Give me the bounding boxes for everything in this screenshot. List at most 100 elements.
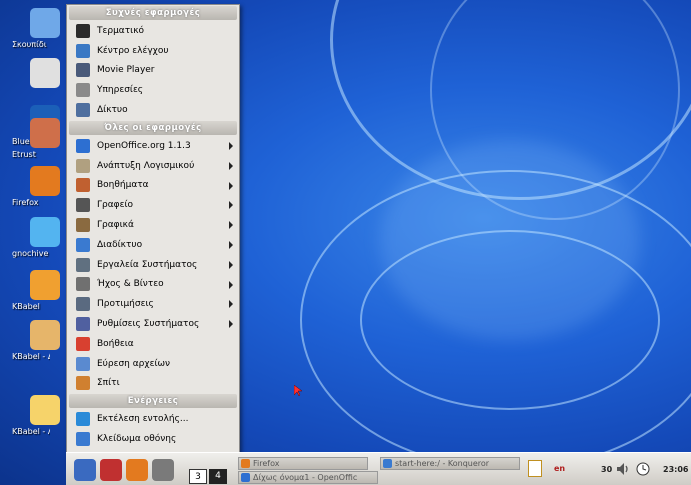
keyboard-layout-indicator[interactable]: en xyxy=(554,464,572,476)
menu-item-label: Σπίτι xyxy=(97,378,120,389)
submenu-arrow-icon xyxy=(229,181,233,190)
menu-section-favorites: Συχνές εφαρμογές xyxy=(69,6,237,20)
desktop-icon-label: KBabel xyxy=(12,302,40,311)
task-openoffice[interactable]: Δίχως όνομα1 - OpenOffic xyxy=(238,471,378,484)
menu-item-label: Γραφείο xyxy=(97,200,134,211)
menu-item-label: Τερματικό xyxy=(97,25,145,36)
menu-item-favorite[interactable]: Κέντρο ελέγχου xyxy=(67,41,239,61)
menu-item-app[interactable]: Βοηθήματα xyxy=(67,176,239,196)
mail-icon[interactable] xyxy=(152,459,174,481)
menu-item-app[interactable]: Ήχος & Βίντεο xyxy=(67,275,239,295)
menu-item-label: Βοηθήματα xyxy=(97,180,149,191)
desktop-icon[interactable]: KBabel - Διαχειριστ κατάλογυ xyxy=(0,320,60,361)
menu-item-app[interactable]: OpenOffice.org 1.1.3 xyxy=(67,136,239,156)
desktop-icon[interactable]: KBabel - Λ xyxy=(0,395,60,436)
menu-item-favorite[interactable]: Δίκτυο xyxy=(67,100,239,120)
menu-item-app[interactable]: Ρυθμίσεις Συστήματος xyxy=(67,314,239,334)
etrust-icon xyxy=(30,118,60,148)
keyboard-layout-label: en xyxy=(554,464,566,473)
clock[interactable]: 23:06 xyxy=(663,465,688,474)
task-firefox[interactable]: Firefox xyxy=(238,457,368,470)
menu-item-app[interactable]: Γραφείο xyxy=(67,195,239,215)
find-files-icon xyxy=(76,356,90,371)
task-konqueror[interactable]: start-here:/ - Konqueror xyxy=(380,457,520,470)
submenu-arrow-icon xyxy=(229,320,233,329)
menu-item-label: Ρυθμίσεις Συστήματος xyxy=(97,319,200,330)
system-tools-icon xyxy=(76,257,90,272)
preferences-icon xyxy=(76,297,90,312)
menu-item-label: Βοήθεια xyxy=(97,338,134,349)
submenu-arrow-icon xyxy=(229,201,233,210)
desktop-icon[interactable]: Etrust xyxy=(0,118,60,159)
menu-item-favorite[interactable]: Movie Player xyxy=(67,61,239,81)
terminal-icon xyxy=(76,23,90,38)
graphics-icon xyxy=(76,218,90,233)
menu-item-app[interactable]: Εύρεση αρχείων xyxy=(67,354,239,374)
menu-item-app[interactable]: Προτιμήσεις xyxy=(67,294,239,314)
konqueror-icon xyxy=(383,459,392,468)
desktop-icon[interactable]: KBabel xyxy=(0,270,60,311)
desktop-icon[interactable]: Firefox xyxy=(0,166,60,207)
menu-item-label: OpenOffice.org 1.1.3 xyxy=(97,140,191,151)
submenu-arrow-icon xyxy=(229,280,233,289)
menu-item-app[interactable]: Γραφικά xyxy=(67,215,239,235)
gnu-icon xyxy=(30,58,60,88)
apps-list: OpenOffice.org 1.1.3 Ανάπτυξη Λογισμικού Β… xyxy=(67,136,239,393)
menu-item-label: Ανάπτυξη Λογισμικού xyxy=(97,160,195,171)
clock-icon xyxy=(636,462,650,476)
firefox-icon xyxy=(241,459,250,468)
menu-section-actions: Ενέργειες xyxy=(69,394,237,409)
taskbar: 3 4 Firefox Δίχως όνομα1 - OpenOffic sta… xyxy=(66,452,691,485)
submenu-arrow-icon xyxy=(229,221,233,230)
desktop-icon[interactable]: Σκουπίδι xyxy=(0,8,60,49)
speaker-icon[interactable] xyxy=(615,461,631,477)
volume-level: 30 xyxy=(601,465,613,474)
menu-item-app[interactable]: Βοήθεια xyxy=(67,334,239,354)
menu-item-app[interactable]: Σπίτι xyxy=(67,374,239,394)
favorites-list: Τερματικό Κέντρο ελέγχου Movie Player Υπηρε… xyxy=(67,21,239,120)
workspace-3[interactable]: 3 xyxy=(189,469,207,484)
menu-item-favorite[interactable]: Τερματικό xyxy=(67,21,239,41)
menu-section-all-apps: Όλες οι εφαρμογές xyxy=(69,120,237,135)
menu-item-action[interactable]: Κλείδωμα οθόνης xyxy=(67,429,239,449)
kbabel-catalog-icon xyxy=(30,320,60,350)
menu-item-label: Προτιμήσεις xyxy=(97,299,154,310)
desktop-icon-label: gnochive xyxy=(12,249,49,258)
workspace-pager: 3 4 xyxy=(189,469,229,484)
internet-icon xyxy=(76,237,90,252)
submenu-arrow-icon xyxy=(229,300,233,309)
submenu-arrow-icon xyxy=(229,161,233,170)
submenu-arrow-icon xyxy=(229,240,233,249)
menu-item-favorite[interactable]: Υπηρεσίες xyxy=(67,80,239,100)
clipboard-icon[interactable] xyxy=(528,460,542,477)
menu-item-app[interactable]: Διαδίκτυο xyxy=(67,235,239,255)
menu-item-label: Κλείδωμα οθόνης xyxy=(97,434,177,445)
menu-item-action[interactable]: Εκτέλεση εντολής... xyxy=(67,409,239,429)
menu-item-label: Εκτέλεση εντολής... xyxy=(97,414,189,425)
firefox-icon[interactable] xyxy=(126,459,148,481)
movie-player-icon xyxy=(76,63,90,78)
foot-menu-icon[interactable] xyxy=(74,459,96,481)
development-icon xyxy=(76,158,90,173)
browser-icon[interactable] xyxy=(100,459,122,481)
workspace-4[interactable]: 4 xyxy=(209,469,227,484)
help-icon xyxy=(76,336,90,351)
task-label: start-here:/ - Konqueror xyxy=(395,459,490,468)
menu-item-label: Κέντρο ελέγχου xyxy=(97,45,169,56)
desktop-icon[interactable]: gnochive xyxy=(0,217,60,258)
menu-item-label: Εύρεση αρχείων xyxy=(97,358,171,369)
menu-item-label: Movie Player xyxy=(97,65,155,76)
desktop-icon-label: KBabel - Διαχειριστ κατάλογυ xyxy=(12,352,50,361)
menu-item-app[interactable]: Ανάπτυξη Λογισμικού xyxy=(67,156,239,176)
start-menu: Συχνές εφαρμογές Τερματικό Κέντρο ελέγχου… xyxy=(66,4,240,466)
gear-icon xyxy=(30,217,60,247)
openoffice-icon xyxy=(241,473,250,482)
accessories-icon xyxy=(76,178,90,193)
desktop-icon[interactable] xyxy=(0,58,60,90)
menu-item-app[interactable]: Εργαλεία Συστήματος xyxy=(67,255,239,275)
menu-item-label: Δίκτυο xyxy=(97,105,128,116)
menu-item-label: Γραφικά xyxy=(97,220,134,231)
kbabel-icon xyxy=(30,270,60,300)
menu-item-label: Υπηρεσίες xyxy=(97,85,144,96)
system-settings-icon xyxy=(76,317,90,332)
